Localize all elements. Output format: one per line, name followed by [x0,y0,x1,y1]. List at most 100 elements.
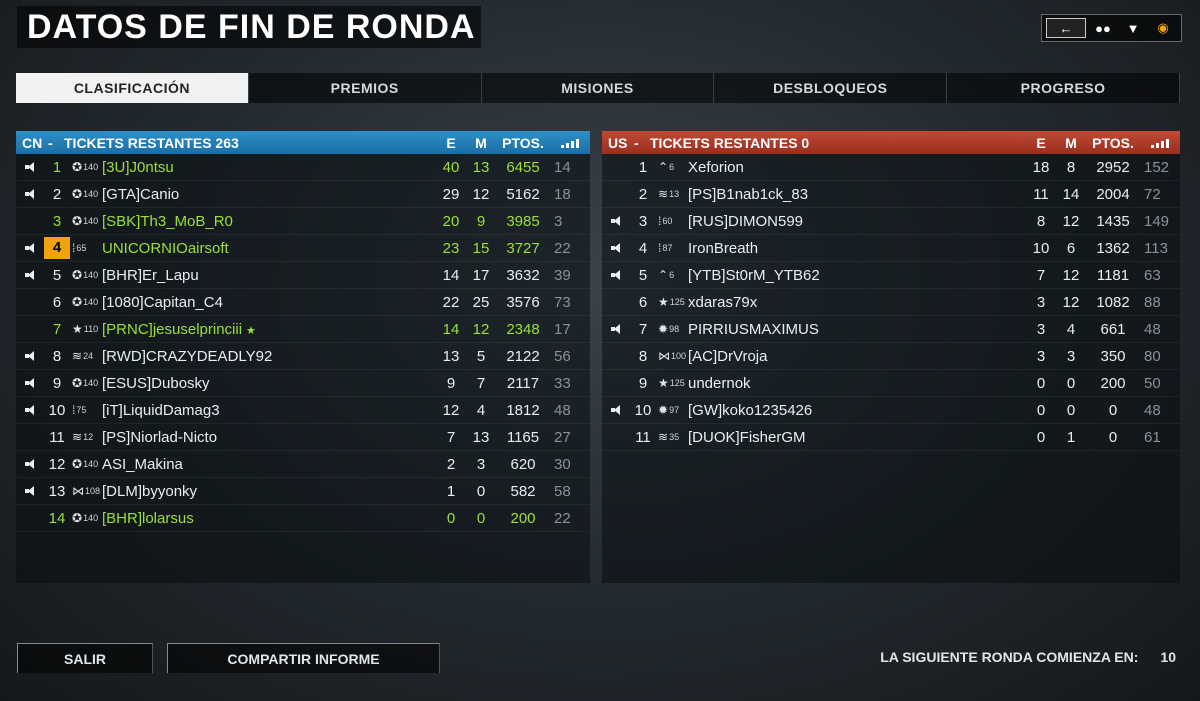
speaker-icon [25,486,35,496]
kills-header: E [1036,134,1046,151]
player-position: 7 [52,320,62,338]
next-round-countdown: LA SIGUIENTE RONDA COMIENZA EN: 10 [880,649,1176,665]
player-row[interactable]: 4 ⁞ 65 UNICORNIOairsoft 23 15 3727 22 [16,235,590,262]
rank-number: 24 [83,351,94,361]
speaker-icon [25,243,35,253]
tab-desbloqueos[interactable]: DESBLOQUEOS [714,73,948,103]
player-name: [PS]B1nab1ck_83 [688,185,809,203]
player-name-cell: [1080]Capitan_C4 [102,294,436,311]
tab-progreso[interactable]: PROGRESO [947,73,1180,103]
player-position: 6 [638,293,648,311]
player-kills: 0 [1036,428,1046,446]
player-name-cell: Xeforion [688,159,1026,176]
player-row[interactable]: 11 ≋ 12 [PS]Niorlad-Nicto 7 13 1165 27 [16,424,590,451]
exit-button[interactable]: SALIR [17,643,153,673]
rank-icon: ✪ [72,295,83,309]
globe-icon[interactable]: ◉ [1150,18,1176,38]
rank-number: 108 [85,486,101,496]
player-row[interactable]: 8 ≋ 24 [RWD]CRAZYDEADLY92 13 5 2122 56 [16,343,590,370]
tickets-label: TICKETS RESTANTES 263 [64,134,239,151]
player-ping: 50 [1144,374,1161,392]
player-row[interactable]: 14 ✪ 140 [BHR]lolarsus 0 0 200 22 [16,505,590,532]
player-row[interactable]: 6 ★ 125 xdaras79x 3 12 1082 88 [602,289,1180,316]
team-tag: CN [22,134,43,151]
player-row[interactable]: 6 ✪ 140 [1080]Capitan_C4 22 25 3576 73 [16,289,590,316]
tab-premios[interactable]: PREMIOS [249,73,482,103]
player-ping: 33 [554,374,571,392]
back-icon[interactable]: ← [1046,18,1086,38]
player-name: [3U]J0ntsu [102,158,174,176]
player-name-cell: [3U]J0ntsu [102,159,436,176]
rank-number: 140 [83,270,99,280]
trophy-icon[interactable]: ▼ [1120,18,1146,38]
rank-number: 140 [83,216,99,226]
rank-number: 98 [669,324,680,334]
rank-icon: ★ [72,322,83,336]
player-position: 10 [634,401,652,419]
player-name: [DUOK]FisherGM [688,428,806,446]
player-row[interactable]: 4 ⁞ 87 IronBreath 10 6 1362 113 [602,235,1180,262]
player-kills: 20 [442,212,460,230]
player-name: [ESUS]Dubosky [102,374,210,392]
rank-number: 6 [669,270,675,280]
player-row[interactable]: 7 ✹ 98 PIRRIUSMAXIMUS 3 4 661 48 [602,316,1180,343]
player-points: 6455 [506,158,540,176]
player-points: 2348 [506,320,540,338]
player-name: [RWD]CRAZYDEADLY92 [102,347,273,365]
player-name-cell: [BHR]Er_Lapu [102,267,436,284]
player-kills: 14 [442,320,460,338]
player-kills: 0 [1036,401,1046,419]
player-row[interactable]: 7 ★ 110 [PRNC]jesuselprinciii ★ 14 12 2348 17 [16,316,590,343]
player-position: 5 [638,266,648,284]
rank-badge: ⁞ 65 [70,241,102,255]
top-toolbar: ← ●● ▼ ◉ [1041,14,1182,42]
player-row[interactable]: 2 ✪ 140 [GTA]Canio 29 12 5162 18 [16,181,590,208]
player-row[interactable]: 3 ⁞ 60 [RUS]DIMON599 8 12 1435 149 [602,208,1180,235]
player-points: 1181 [1096,266,1130,284]
speaker-icon [25,351,35,361]
player-kills: 23 [442,239,460,257]
share-report-button[interactable]: COMPARTIR INFORME [167,643,440,673]
squad-icon[interactable]: ●● [1090,18,1116,38]
player-points: 3576 [506,293,540,311]
player-row[interactable]: 9 ★ 125 undernok 0 0 200 50 [602,370,1180,397]
rank-icon: ✪ [72,160,83,174]
rank-icon: ≋ [658,187,669,201]
player-row[interactable]: 13 ⋈ 108 [DLM]byyonky 1 0 582 58 [16,478,590,505]
player-ping: 48 [1144,401,1161,419]
rank-badge: ≋ 24 [70,349,102,363]
player-row[interactable]: 3 ✪ 140 [SBK]Th3_MoB_R0 20 9 3985 3 [16,208,590,235]
rank-badge: ✪ 140 [70,187,102,201]
player-row[interactable]: 10 ✹ 97 [GW]koko1235426 0 0 0 48 [602,397,1180,424]
voice-slot [16,243,44,253]
player-position: 14 [48,509,66,527]
rank-icon: ⁞ [658,214,662,228]
player-kills: 2 [446,455,456,473]
player-row[interactable]: 5 ✪ 140 [BHR]Er_Lapu 14 17 3632 39 [16,262,590,289]
rank-icon: ✪ [72,457,83,471]
player-ping: 149 [1144,212,1170,230]
rank-badge: ✹ 97 [656,403,688,417]
player-row[interactable]: 5 ⌃ 6 [YTB]St0rM_YTB62 7 12 1181 63 [602,262,1180,289]
player-position: 3 [52,212,62,230]
player-row[interactable]: 10 ⁞ 75 [iT]LiquidDamag3 12 4 1812 48 [16,397,590,424]
player-row[interactable]: 1 ⌃ 6 Xeforion 18 8 2952 152 [602,154,1180,181]
rank-icon: ✪ [72,268,83,282]
player-deaths: 12 [472,185,490,203]
player-name-cell: [RWD]CRAZYDEADLY92 [102,348,436,365]
player-row[interactable]: 8 ⋈ 100 [AC]DrVroja 3 3 350 80 [602,343,1180,370]
player-row[interactable]: 1 ✪ 140 [3U]J0ntsu 40 13 6455 14 [16,154,590,181]
tab-misiones[interactable]: MISIONES [482,73,715,103]
player-row[interactable]: 12 ✪ 140 ASI_Makina 2 3 620 30 [16,451,590,478]
tab-clasificacion[interactable]: CLASIFICACIÓN [16,73,249,103]
player-position: 3 [638,212,648,230]
rank-icon: ★ [658,376,669,390]
player-row[interactable]: 2 ≋ 13 [PS]B1nab1ck_83 11 14 2004 72 [602,181,1180,208]
rank-badge: ✪ 140 [70,376,102,390]
player-deaths: 15 [472,239,490,257]
rank-icon: ≋ [72,430,83,444]
player-row[interactable]: 9 ✪ 140 [ESUS]Dubosky 9 7 2117 33 [16,370,590,397]
player-row[interactable]: 11 ≋ 35 [DUOK]FisherGM 0 1 0 61 [602,424,1180,451]
rank-number: 87 [662,243,673,253]
player-position: 2 [638,185,648,203]
